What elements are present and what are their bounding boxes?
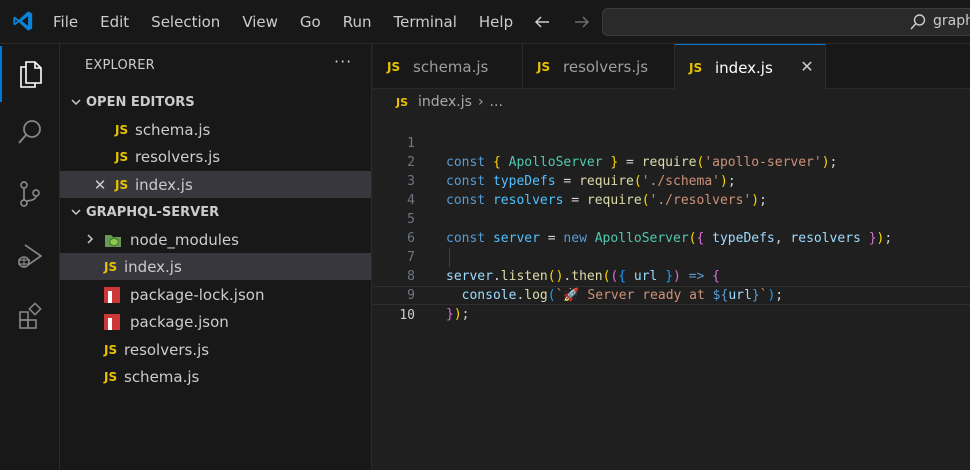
breadcrumb-symbols[interactable]: ... <box>490 94 503 110</box>
search-text: graph <box>933 13 970 29</box>
indent-guide <box>449 248 450 267</box>
menu-edit[interactable]: Edit <box>89 0 140 44</box>
tab-label: resolvers.js <box>563 57 649 76</box>
code-line: 7 server.listen().then(({ url }) => { <box>373 229 970 284</box>
open-editor-item[interactable]: JS schema.js <box>60 116 371 143</box>
breadcrumb: JS index.js › ... <box>373 89 970 115</box>
code-line: 9 }); <box>373 267 970 322</box>
close-icon[interactable]: ✕ <box>90 176 110 194</box>
navigation-arrows <box>530 0 594 44</box>
chevron-right-icon <box>84 231 104 249</box>
tab-label: index.js <box>715 58 773 77</box>
code-line: 6 <box>373 210 970 246</box>
file-name: package-lock.json <box>130 285 265 304</box>
open-editors-header[interactable]: OPEN EDITORS <box>60 90 371 114</box>
search-icon <box>18 120 41 144</box>
extensions-icon <box>19 302 42 329</box>
code-text: }); <box>446 307 470 322</box>
js-file-icon: JS <box>104 369 118 384</box>
node-folder-icon <box>105 234 121 247</box>
file-name: resolvers.js <box>135 147 221 166</box>
activity-bar <box>0 44 60 470</box>
folder-node-modules[interactable]: node_modules <box>60 226 371 253</box>
js-file-icon: JS <box>115 122 129 137</box>
open-editor-item[interactable]: JS resolvers.js <box>60 143 371 170</box>
more-actions-icon[interactable]: ··· <box>334 52 352 71</box>
code-line: 3 const resolvers = require('./resolvers… <box>373 153 970 208</box>
js-file-icon: JS <box>396 95 409 109</box>
js-file-icon: JS <box>104 342 118 357</box>
file-package-json[interactable]: package.json <box>60 308 371 335</box>
back-arrow-icon[interactable] <box>530 10 554 34</box>
menu-file[interactable]: File <box>42 0 89 44</box>
menu-help[interactable]: Help <box>468 0 524 44</box>
file-index-js[interactable]: JS index.js <box>60 253 371 280</box>
js-file-icon: JS <box>689 60 703 75</box>
file-schema-js[interactable]: JS schema.js <box>60 363 371 390</box>
code-line: 8 console.log(`🚀 Server ready at ${url}`… <box>373 248 970 303</box>
file-name: node_modules <box>130 230 239 249</box>
editor-tab-bar: JS schema.js JS resolvers.js JS index.js… <box>373 44 970 90</box>
file-name: package.json <box>130 312 229 331</box>
explorer-sidebar: EXPLORER ··· OPEN EDITORS JS schema.js J… <box>60 44 372 470</box>
menu-terminal[interactable]: Terminal <box>383 0 468 44</box>
search-activity[interactable] <box>0 104 60 160</box>
file-name: index.js <box>135 175 193 194</box>
run-debug-activity[interactable] <box>0 228 60 284</box>
project-folder-label: GRAPHQL-SERVER <box>86 204 220 220</box>
files-icon <box>20 61 42 88</box>
code-line: 4 <box>373 172 970 208</box>
menu-view[interactable]: View <box>231 0 289 44</box>
extensions-activity[interactable] <box>0 288 60 344</box>
tab-index-js[interactable]: JS index.js ✕ <box>675 44 826 90</box>
code-line-current: 10 <box>373 286 970 323</box>
menu-bar: File Edit Selection View Go Run Terminal… <box>42 0 524 44</box>
file-name: schema.js <box>124 367 200 386</box>
breadcrumb-file[interactable]: index.js <box>418 94 472 110</box>
file-name: schema.js <box>135 120 211 139</box>
open-editors-label: OPEN EDITORS <box>86 94 195 110</box>
menu-run[interactable]: Run <box>332 0 383 44</box>
line-number: 10 <box>399 308 415 323</box>
close-icon[interactable]: ✕ <box>797 57 817 77</box>
chevron-down-icon <box>66 206 86 218</box>
menu-go[interactable]: Go <box>289 0 332 44</box>
js-file-icon: JS <box>115 149 129 164</box>
explorer-activity[interactable] <box>0 46 60 102</box>
code-line: 1 const { ApolloServer } = require('apol… <box>373 115 970 170</box>
npm-icon <box>104 286 120 303</box>
sidebar-title: EXPLORER <box>85 58 155 73</box>
file-name: resolvers.js <box>124 340 210 359</box>
command-center-search[interactable]: graph <box>602 8 970 36</box>
js-file-icon: JS <box>537 59 551 74</box>
source-control-activity[interactable] <box>0 166 60 222</box>
file-resolvers-js[interactable]: JS resolvers.js <box>60 336 371 363</box>
js-file-icon: JS <box>115 177 129 192</box>
open-editor-item-active[interactable]: ✕ JS index.js <box>60 171 371 198</box>
tab-resolvers-js[interactable]: JS resolvers.js <box>523 44 675 89</box>
forward-arrow-icon[interactable] <box>570 10 594 34</box>
js-file-icon: JS <box>104 259 118 274</box>
chevron-down-icon <box>66 96 86 108</box>
code-line: 5 const server = new ApolloServer({ type… <box>373 191 970 246</box>
title-bar: File Edit Selection View Go Run Terminal… <box>0 0 970 44</box>
breadcrumb-separator: › <box>477 94 484 110</box>
menu-selection[interactable]: Selection <box>140 0 231 44</box>
project-folder-header[interactable]: GRAPHQL-SERVER <box>60 200 371 224</box>
tab-schema-js[interactable]: JS schema.js <box>373 44 523 89</box>
code-line: 2 const typeDefs = require('./schema'); <box>373 134 970 189</box>
code-editor[interactable]: 1 const { ApolloServer } = require('apol… <box>373 115 970 470</box>
file-name: index.js <box>124 257 182 276</box>
js-file-icon: JS <box>387 59 401 74</box>
tab-label: schema.js <box>413 57 489 76</box>
file-package-lock-json[interactable]: package-lock.json <box>60 281 371 308</box>
source-control-icon <box>20 181 40 207</box>
vscode-logo-icon <box>13 11 33 31</box>
search-icon <box>910 14 926 30</box>
npm-icon <box>104 313 120 330</box>
run-debug-icon <box>18 244 43 268</box>
